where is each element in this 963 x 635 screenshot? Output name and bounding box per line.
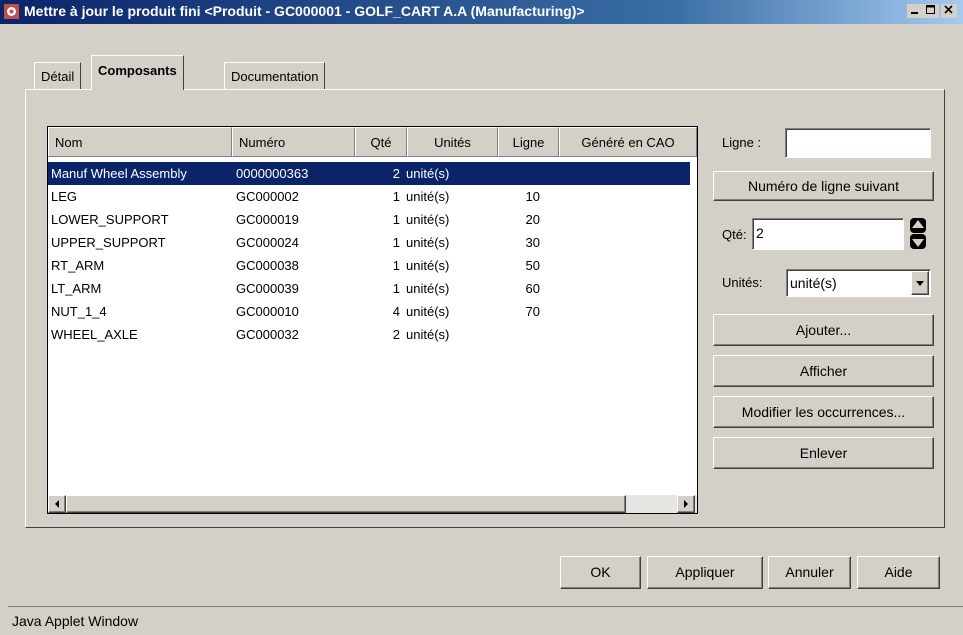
cell-numero: GC000038 [236,258,299,273]
minimize-icon [911,12,918,14]
remove-button[interactable]: Enlever [713,437,934,469]
cell-numero: 0000000363 [236,166,309,181]
cell-unites: unité(s) [406,327,450,342]
table-row[interactable]: NUT_1_4 GC000010 4 unité(s) 70 [48,300,690,323]
title-bar: Mettre à jour le produit fini <Produit -… [0,0,963,24]
cell-numero: GC000032 [236,327,299,342]
close-button[interactable] [941,4,957,18]
scroll-right-button[interactable] [677,495,695,513]
cell-nom: LT_ARM [51,281,102,296]
table-row[interactable]: LOWER_SUPPORT GC000019 1 unité(s) 20 [48,208,690,231]
arrow-left-icon [55,500,59,508]
unites-select[interactable]: unité(s) [786,269,931,297]
cell-nom: Manuf Wheel Assembly [51,166,187,181]
cell-unites: unité(s) [406,189,450,204]
cell-ligne: 10 [525,189,540,204]
tab-composants[interactable]: Composants [91,55,184,90]
status-bar: Java Applet Window [8,606,963,635]
cell-numero: GC000024 [236,235,299,250]
cancel-button[interactable]: Annuler [768,556,851,589]
table-header: Nom Numéro Qté Unités Ligne Généré en CA… [48,127,697,157]
cell-numero: GC000010 [236,304,299,319]
cell-unites: unité(s) [406,258,450,273]
column-header-ligne[interactable]: Ligne [498,127,559,157]
unites-value: unité(s) [786,269,931,297]
cell-ligne: 70 [525,304,540,319]
tab-documentation[interactable]: Documentation [224,62,326,89]
column-header-unites[interactable]: Unités [407,127,498,157]
minimize-button[interactable] [907,4,923,18]
cell-ligne: 60 [525,281,540,296]
maximize-icon [926,5,935,14]
spinner-arrows-icon [910,218,926,249]
quantity-stepper[interactable] [904,217,931,250]
cell-nom: LEG [51,189,78,204]
table-row[interactable]: WHEEL_AXLE GC000032 2 unité(s) [48,323,690,346]
column-header-numero[interactable]: Numéro [232,127,355,157]
apply-button[interactable]: Appliquer [647,556,763,589]
cell-ligne: 20 [525,212,540,227]
cell-qte: 4 [392,304,400,319]
help-button[interactable]: Aide [857,556,940,589]
column-header-qte[interactable]: Qté [355,127,407,157]
modify-occurrences-button[interactable]: Modifier les occurrences... [713,396,934,428]
status-text: Java Applet Window [12,613,139,629]
cell-qte: 1 [392,235,400,250]
cell-unites: unité(s) [406,281,450,296]
unites-label: Unités: [722,275,763,290]
cell-unites: unité(s) [406,212,450,227]
scroll-left-button[interactable] [48,495,66,513]
add-button[interactable]: Ajouter... [713,314,934,346]
ok-button[interactable]: OK [560,556,641,589]
table-row[interactable]: RT_ARM GC000038 1 unité(s) 50 [48,254,690,277]
cell-numero: GC000002 [236,189,299,204]
window-title: Mettre à jour le produit fini <Produit -… [24,3,585,19]
qte-label: Qté: [722,227,747,242]
cell-numero: GC000039 [236,281,299,296]
cell-qte: 2 [392,327,400,342]
cell-nom: LOWER_SUPPORT [51,212,169,227]
app-icon [4,4,19,19]
cell-ligne: 30 [525,235,540,250]
table-row[interactable]: LT_ARM GC000039 1 unité(s) 60 [48,277,690,300]
qte-input[interactable]: 2 [752,218,904,250]
cell-qte: 1 [392,189,400,204]
tab-detail[interactable]: Détail [34,62,82,89]
cell-ligne: 50 [525,258,540,273]
ligne-input[interactable] [785,128,931,158]
cell-nom: NUT_1_4 [51,304,107,319]
components-table[interactable]: Nom Numéro Qté Unités Ligne Généré en CA… [47,126,698,514]
cell-qte: 1 [392,258,400,273]
cell-qte: 1 [392,281,400,296]
cell-unites: unité(s) [406,166,450,181]
table-row[interactable]: UPPER_SUPPORT GC000024 1 unité(s) 30 [48,231,690,254]
maximize-button[interactable] [923,4,939,18]
cell-nom: WHEEL_AXLE [51,327,138,342]
horizontal-scrollbar[interactable] [48,495,697,513]
cell-nom: RT_ARM [51,258,105,273]
dropdown-button[interactable] [911,271,929,295]
table-row[interactable]: LEG GC000002 1 unité(s) 10 [48,185,690,208]
scroll-thumb[interactable] [66,495,626,513]
cell-nom: UPPER_SUPPORT [51,235,166,250]
table-row[interactable]: Manuf Wheel Assembly 0000000363 2 unité(… [48,162,690,185]
cell-unites: unité(s) [406,304,450,319]
close-icon [944,5,953,14]
cell-qte: 1 [392,212,400,227]
ligne-label: Ligne : [722,135,762,150]
cell-numero: GC000019 [236,212,299,227]
chevron-down-icon [916,281,924,286]
next-line-number-button[interactable]: Numéro de ligne suivant [713,171,934,201]
cell-qte: 2 [392,166,400,181]
cell-unites: unité(s) [406,235,450,250]
column-header-nom[interactable]: Nom [48,127,232,157]
show-button[interactable]: Afficher [713,355,934,387]
arrow-right-icon [684,500,688,508]
column-header-cao[interactable]: Généré en CAO [559,127,697,157]
